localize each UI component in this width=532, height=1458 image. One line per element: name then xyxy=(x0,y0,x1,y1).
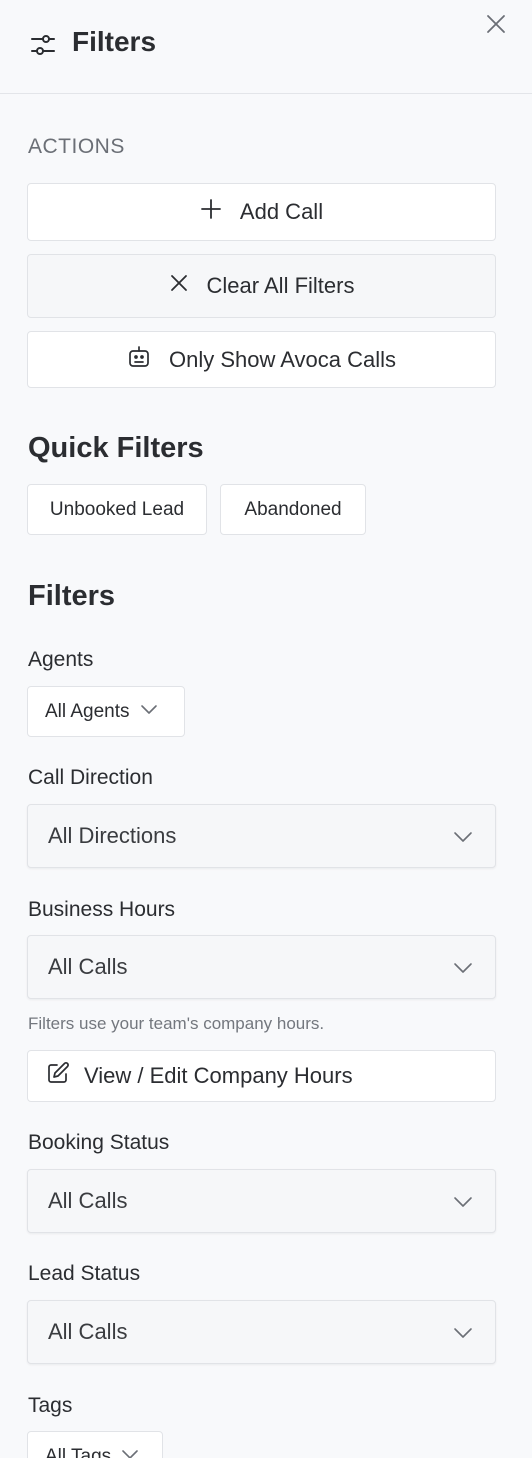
lead-status-select-value: All Calls xyxy=(48,1319,128,1344)
business-hours-hint: Filters use your team's company hours. xyxy=(28,1014,325,1033)
chevron-down-icon xyxy=(453,1192,473,1218)
sliders-icon xyxy=(30,32,56,58)
tags-select-value: All Tags xyxy=(45,1445,112,1458)
tags-label: Tags xyxy=(28,1394,73,1417)
booking-status-select-value: All Calls xyxy=(48,1188,128,1213)
plus-icon xyxy=(200,198,222,226)
only-show-avoca-calls-label: Only Show Avoca Calls xyxy=(168,346,397,372)
business-hours-select[interactable]: All Calls xyxy=(27,935,496,999)
quick-filter-unbooked-lead[interactable]: Unbooked Lead xyxy=(27,484,207,535)
call-direction-select[interactable]: All Directions xyxy=(27,804,496,868)
close-icon[interactable] xyxy=(484,12,508,36)
chevron-down-icon xyxy=(453,958,473,984)
chevron-down-icon xyxy=(453,1323,473,1349)
tags-select[interactable]: All Tags xyxy=(27,1431,163,1458)
clear-all-filters-label: Clear All Filters xyxy=(206,273,355,298)
view-edit-company-hours-label: View / Edit Company Hours xyxy=(84,1063,353,1088)
edit-icon xyxy=(46,1061,70,1091)
page-title: Filters xyxy=(72,26,157,57)
robot-icon xyxy=(127,345,151,375)
filters-header: Filters xyxy=(0,0,532,94)
quick-filters-title: Quick Filters xyxy=(28,432,204,464)
business-hours-select-value: All Calls xyxy=(48,954,128,979)
agents-label: Agents xyxy=(28,648,94,671)
clear-all-filters-button[interactable]: Clear All Filters xyxy=(27,254,496,318)
call-direction-select-value: All Directions xyxy=(48,823,177,848)
agents-select-value: All Agents xyxy=(45,700,130,722)
x-icon xyxy=(169,273,189,299)
filters-title: Filters xyxy=(28,580,116,612)
booking-status-select[interactable]: All Calls xyxy=(27,1169,496,1233)
agents-select[interactable]: All Agents xyxy=(27,686,185,737)
call-direction-label: Call Direction xyxy=(28,766,153,789)
lead-status-select[interactable]: All Calls xyxy=(27,1300,496,1364)
quick-filter-abandoned[interactable]: Abandoned xyxy=(220,484,366,535)
actions-label: ACTIONS xyxy=(28,135,125,158)
booking-status-label: Booking Status xyxy=(28,1131,170,1154)
lead-status-label: Lead Status xyxy=(28,1262,141,1285)
business-hours-label: Business Hours xyxy=(28,898,176,921)
add-call-button[interactable]: Add Call xyxy=(27,183,496,241)
view-edit-company-hours-button[interactable]: View / Edit Company Hours xyxy=(27,1050,496,1102)
add-call-label: Add Call xyxy=(239,199,324,224)
chevron-down-icon xyxy=(140,700,158,724)
chevron-down-icon xyxy=(453,827,473,853)
chevron-down-icon xyxy=(121,1445,139,1458)
only-show-avoca-calls-button[interactable]: Only Show Avoca Calls xyxy=(27,331,496,388)
